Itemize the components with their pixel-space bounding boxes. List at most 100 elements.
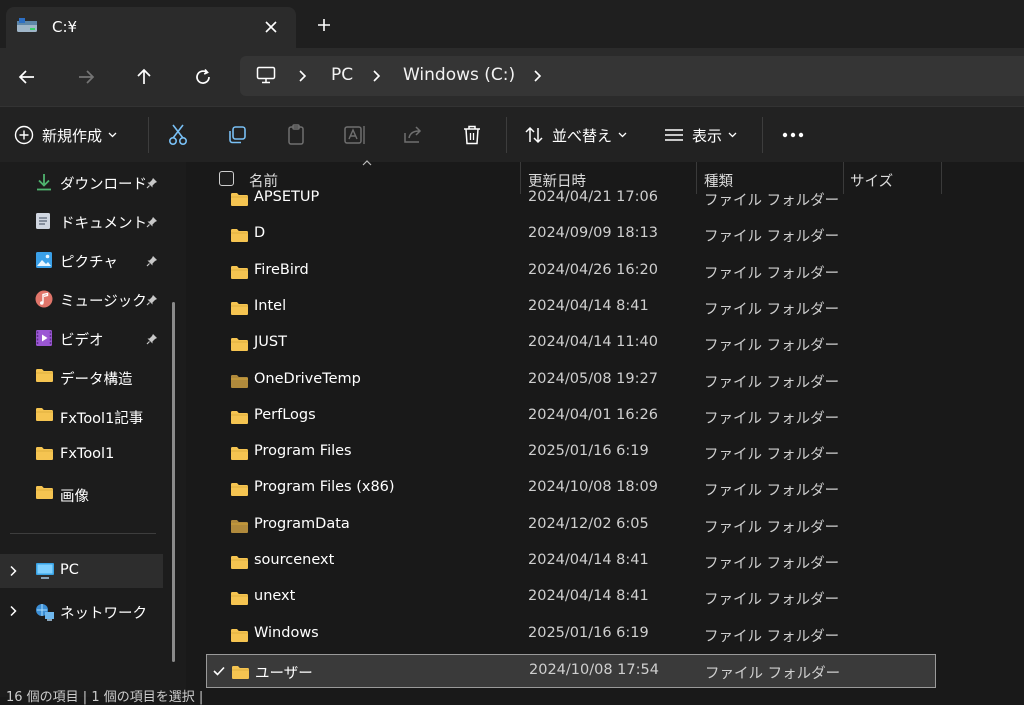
table-row[interactable]: JUST 2024/04/14 11:40 ファイル フォルダー [206, 327, 936, 361]
checkmark-icon[interactable] [213, 666, 225, 676]
clipboard-icon [286, 124, 306, 146]
file-type: ファイル フォルダー [705, 665, 841, 682]
sort-button-label: 並べ替え [552, 126, 613, 145]
toolbar-divider [148, 117, 149, 153]
document-icon [35, 212, 51, 230]
chevron-right-icon[interactable] [9, 605, 18, 617]
sidebar-item-document[interactable]: ドキュメント [0, 204, 186, 238]
close-icon[interactable] [264, 20, 278, 34]
column-separator[interactable] [941, 162, 942, 194]
plus-icon[interactable] [316, 17, 332, 33]
pc-icon[interactable] [256, 66, 276, 84]
table-row[interactable]: D 2024/09/09 18:13 ファイル フォルダー [206, 218, 936, 252]
arrow-left-icon[interactable] [15, 65, 39, 89]
drive-icon [16, 18, 38, 34]
sidebar-item-folder[interactable]: 画像 [0, 477, 186, 511]
pin-icon[interactable] [146, 255, 158, 267]
file-modified-date: 2024/04/26 16:20 [528, 261, 658, 278]
sidebar-item-label: 画像 [60, 489, 89, 505]
chevron-right-icon[interactable] [372, 69, 382, 83]
paste-button[interactable] [286, 121, 306, 149]
new-button[interactable]: 新規作成 [14, 121, 117, 149]
table-row[interactable]: Windows 2025/01/16 6:19 ファイル フォルダー [206, 618, 936, 652]
delete-button[interactable] [462, 121, 482, 149]
plus-circle-icon [14, 125, 34, 145]
sidebar-item-video[interactable]: ビデオ [0, 321, 186, 355]
sidebar-scrollbar[interactable] [172, 302, 175, 662]
sidebar-item-folder[interactable]: FxTool1 [0, 438, 186, 472]
sidebar-item-network[interactable]: ネットワーク [0, 594, 186, 628]
file-type: ファイル フォルダー [704, 628, 840, 645]
toolbar-divider [762, 117, 763, 153]
sidebar-item-folder[interactable]: データ構造 [0, 360, 186, 394]
sort-button[interactable]: 並べ替え [524, 121, 627, 149]
file-modified-date: 2024/04/14 8:41 [528, 297, 649, 314]
pin-icon[interactable] [146, 216, 158, 228]
file-type: ファイル フォルダー [704, 483, 840, 500]
table-row[interactable]: sourcenext 2024/04/14 8:41 ファイル フォルダー [206, 545, 936, 579]
file-name: JUST [254, 334, 287, 351]
folder-icon [230, 192, 249, 207]
table-row[interactable]: Program Files (x86) 2024/10/08 18:09 ファイル … [206, 472, 936, 506]
refresh-icon[interactable] [191, 65, 215, 89]
table-row[interactable]: OneDriveTemp 2024/05/08 19:27 ファイル フォルダー [206, 364, 936, 398]
sidebar-item-music[interactable]: ミュージック [0, 282, 186, 316]
copy-button[interactable] [227, 121, 247, 149]
breadcrumb-windows-c[interactable]: Windows (C:) [403, 65, 515, 85]
file-name: FireBird [254, 261, 309, 278]
arrow-right-icon[interactable] [74, 65, 98, 89]
new-button-label: 新規作成 [42, 126, 103, 145]
command-bar: 新規作成 並べ替え 表示 [0, 106, 1024, 163]
file-modified-date: 2024/12/02 6:05 [528, 515, 649, 532]
more-options-button[interactable] [782, 121, 804, 149]
rename-icon [344, 125, 366, 145]
sidebar-item-folder[interactable]: FxTool1記事 [0, 399, 186, 433]
chevron-right-icon[interactable] [533, 69, 543, 83]
arrow-up-icon[interactable] [132, 65, 156, 89]
table-row[interactable]: ProgramData 2024/12/02 6:05 ファイル フォルダー [206, 509, 936, 543]
table-row[interactable]: unext 2024/04/14 8:41 ファイル フォルダー [206, 581, 936, 615]
table-row[interactable]: Intel 2024/04/14 8:41 ファイル フォルダー [206, 291, 936, 325]
table-row[interactable]: Program Files 2025/01/16 6:19 ファイル フォルダー [206, 436, 936, 470]
folder-icon [230, 410, 249, 425]
file-modified-date: 2024/04/14 8:41 [528, 552, 649, 568]
chevron-right-icon[interactable] [9, 565, 18, 577]
table-row[interactable]: ユーザー 2024/10/08 17:54 ファイル フォルダー [206, 653, 936, 688]
chevron-right-icon[interactable] [298, 69, 308, 83]
folder-icon [35, 485, 54, 500]
file-list: 名前 更新日時 種類 サイズ APSETUP 2024/04/21 17:06 ファ… [186, 160, 1024, 697]
pin-icon[interactable] [146, 294, 158, 306]
pin-icon[interactable] [146, 333, 158, 345]
folder-icon [230, 446, 249, 461]
sidebar-item-label: ピクチャ [60, 255, 118, 271]
chevron-down-icon [108, 132, 117, 138]
breadcrumb-pc[interactable]: PC [331, 65, 353, 85]
view-button[interactable]: 表示 [664, 121, 737, 149]
tab-c-drive[interactable]: C:¥ [6, 7, 296, 48]
tab-title: C:¥ [52, 18, 78, 36]
cut-button[interactable] [168, 121, 188, 149]
file-name: sourcenext [254, 552, 335, 568]
file-modified-date: 2024/04/14 8:41 [528, 588, 649, 605]
navigation-pane: ダウンロード ドキュメントピクチャミュージック ビデオデータ構造 FxTool1記事 F… [0, 162, 186, 697]
chevron-down-icon [728, 132, 737, 138]
table-row[interactable]: APSETUP 2024/04/21 17:06 ファイル フォルダー [206, 182, 936, 216]
sidebar-item-download[interactable]: ダウンロード [0, 165, 186, 199]
address-bar[interactable]: PC Windows (C:) [240, 56, 1024, 96]
sidebar-item-picture[interactable]: ピクチャ [0, 243, 186, 277]
table-row[interactable]: FireBird 2024/04/26 16:20 ファイル フォルダー [206, 255, 936, 289]
view-button-label: 表示 [692, 126, 723, 145]
trash-icon [462, 124, 482, 146]
file-type: ファイル フォルダー [704, 447, 840, 464]
pin-icon[interactable] [146, 177, 158, 189]
title-bar: C:¥ [0, 0, 1024, 48]
copy-icon [227, 125, 247, 145]
table-row[interactable]: PerfLogs 2024/04/01 16:26 ファイル フォルダー [206, 400, 936, 434]
rename-button[interactable] [344, 121, 366, 149]
share-button[interactable] [402, 121, 424, 149]
sidebar-item-pc[interactable]: PC [0, 554, 163, 588]
file-name: ユーザー [255, 665, 313, 682]
sidebar-item-label: データ構造 [60, 372, 133, 388]
sidebar-item-label: FxTool1 [60, 446, 115, 462]
sidebar-item-label: PC [60, 562, 79, 578]
